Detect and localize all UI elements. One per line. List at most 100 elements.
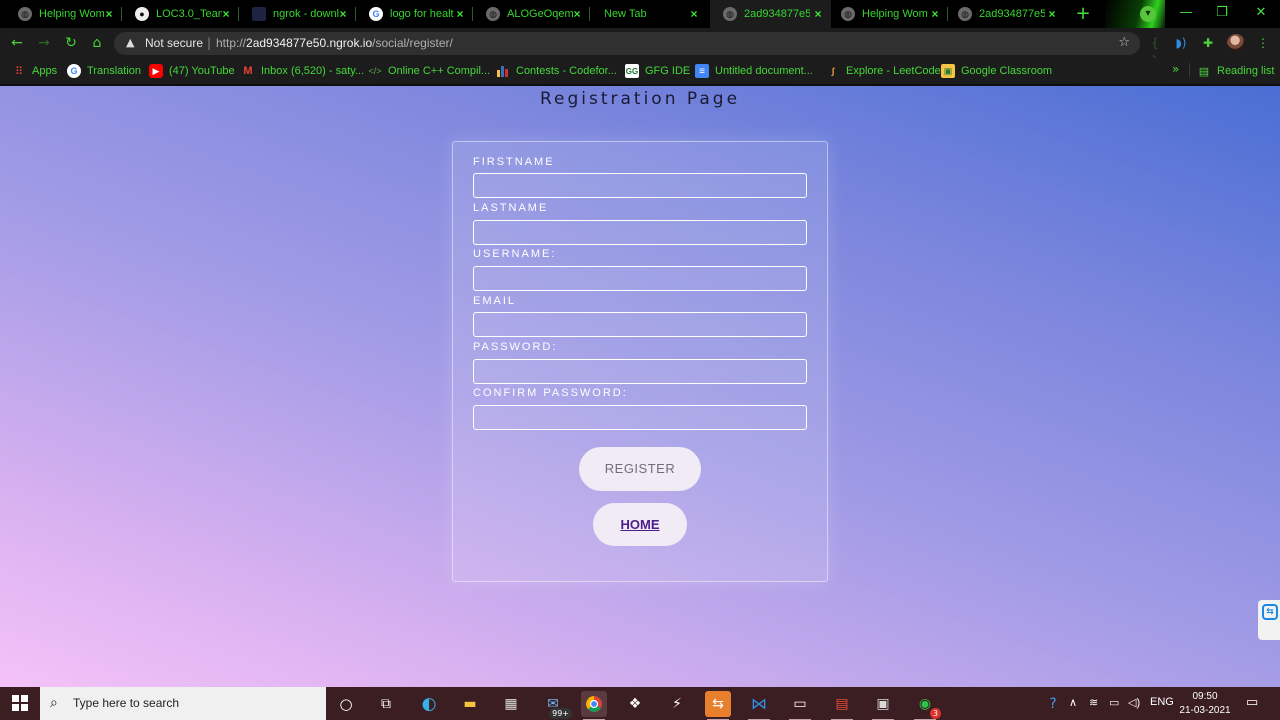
reload-icon[interactable]: ↻ bbox=[63, 34, 79, 52]
restore-button[interactable]: ❐ bbox=[1204, 0, 1240, 28]
close-icon[interactable]: × bbox=[570, 7, 584, 21]
store-icon[interactable]: ▦ bbox=[498, 691, 524, 717]
clock[interactable]: 09:50 21-03-2021 bbox=[1176, 690, 1234, 718]
close-icon[interactable]: × bbox=[687, 7, 701, 21]
teamviewer-taskbar-icon[interactable]: ⇆ bbox=[705, 691, 731, 720]
language-indicator[interactable]: ENG bbox=[1150, 696, 1174, 708]
bookmark-item[interactable]: GG GFG IDE bbox=[625, 62, 690, 80]
ngrok-icon bbox=[252, 7, 266, 21]
winrar-icon[interactable]: ▤ bbox=[829, 691, 855, 720]
wifi-icon[interactable]: ≋ bbox=[1089, 696, 1098, 709]
globe-icon: ◍ bbox=[18, 7, 32, 21]
cortana-icon[interactable]: ○ bbox=[333, 691, 359, 717]
classroom-icon: ▣ bbox=[941, 64, 955, 78]
reading-list-icon: ▤ bbox=[1198, 65, 1210, 78]
chevron-up-icon[interactable]: ∧ bbox=[1069, 696, 1077, 709]
bookmark-item[interactable]: ▣ Google Classroom bbox=[941, 62, 1052, 80]
tab-title: Helping Wom bbox=[39, 8, 105, 20]
security-label[interactable]: Not secure bbox=[145, 36, 203, 50]
notepad-icon[interactable]: ▣ bbox=[870, 691, 896, 720]
close-icon[interactable]: × bbox=[219, 7, 233, 21]
taskbar-search[interactable]: ⌕ Type here to search bbox=[40, 687, 326, 720]
windows-start-icon[interactable] bbox=[0, 687, 40, 720]
email-input[interactable] bbox=[473, 312, 807, 337]
bookmarks-overflow-icon[interactable]: » bbox=[1172, 62, 1179, 76]
address-bar[interactable]: ▲ Not secure | http://2ad934877e50.ngrok… bbox=[114, 32, 1140, 55]
profile-avatar[interactable] bbox=[1227, 34, 1245, 52]
close-icon[interactable]: × bbox=[811, 7, 825, 21]
tab[interactable]: ◍ Helping Wom × bbox=[831, 0, 948, 28]
browser-toolbar: ← → ↻ ⌂ ▲ Not secure | http://2ad934877e… bbox=[0, 28, 1280, 58]
home-link[interactable]: HOME bbox=[593, 503, 687, 546]
teamviewer-widget[interactable]: ⇆ bbox=[1258, 600, 1280, 640]
tab-title: ALOGeOqemb bbox=[507, 8, 573, 20]
tab[interactable]: G logo for healt × bbox=[356, 0, 473, 28]
lastname-input[interactable] bbox=[473, 220, 807, 245]
tab[interactable]: ◍ Helping Wom × bbox=[0, 0, 122, 28]
password-label: PASSWORD: bbox=[473, 341, 558, 353]
terminal-icon[interactable]: ▭ bbox=[787, 691, 813, 720]
username-input[interactable] bbox=[473, 266, 807, 291]
tab-title: 2ad934877e50 bbox=[979, 8, 1045, 20]
close-icon[interactable]: × bbox=[453, 7, 467, 21]
tab[interactable]: New Tab × bbox=[590, 0, 707, 28]
volume-icon[interactable]: ◁) bbox=[1128, 696, 1140, 709]
reading-list[interactable]: ▤ Reading list bbox=[1197, 62, 1275, 80]
apps-grid-icon: ⠿ bbox=[14, 65, 24, 78]
mail-icon[interactable]: ✉ 99+ bbox=[540, 691, 572, 719]
menu-dots-icon[interactable]: ⋮ bbox=[1254, 34, 1272, 52]
home-icon[interactable]: ⌂ bbox=[89, 34, 105, 52]
close-icon[interactable]: × bbox=[102, 7, 116, 21]
task-view-icon[interactable]: ⧉ bbox=[373, 691, 399, 717]
confirm-password-input[interactable] bbox=[473, 405, 807, 430]
edge-icon[interactable]: ◐ bbox=[416, 691, 442, 717]
divider bbox=[1189, 63, 1190, 77]
new-tab-button[interactable]: + bbox=[1074, 5, 1092, 23]
extension-icon[interactable]: ◗) bbox=[1172, 34, 1190, 52]
bookmark-item[interactable]: Contests - Codefor... bbox=[496, 62, 617, 80]
help-icon[interactable]: ? bbox=[1040, 691, 1066, 717]
tab-search-icon[interactable]: ▾ bbox=[1140, 6, 1156, 22]
bookmark-item[interactable]: ≡ Untitled document... bbox=[695, 62, 813, 80]
file-explorer-icon[interactable]: ▬ bbox=[457, 691, 483, 717]
registration-form: FIRSTNAME LASTNAME USERNAME: EMAIL PASSW… bbox=[452, 141, 828, 582]
url-text[interactable]: http://2ad934877e50.ngrok.io/social/regi… bbox=[216, 36, 453, 50]
whatsapp-icon[interactable]: ◉ 3 bbox=[912, 691, 941, 720]
globe-icon: ◍ bbox=[486, 7, 500, 21]
bookmark-item[interactable]: </> Online C++ Compil... bbox=[368, 62, 490, 80]
app-icon[interactable]: ⚡ bbox=[664, 691, 690, 717]
tab[interactable]: ◍ 2ad934877e50 × bbox=[948, 0, 1065, 28]
dropbox-icon[interactable]: ❖ bbox=[622, 691, 648, 717]
extension-icon[interactable]: { } bbox=[1146, 34, 1164, 68]
firstname-input[interactable] bbox=[473, 173, 807, 198]
tab[interactable]: ◍ ALOGeOqemb × bbox=[473, 0, 590, 28]
warning-icon[interactable]: ▲ bbox=[126, 36, 134, 49]
tab-active[interactable]: ◍ 2ad934877e50 × bbox=[710, 0, 831, 28]
bookmark-item[interactable]: ʃ Explore - LeetCode bbox=[826, 62, 941, 80]
bookmark-apps[interactable]: ⠿ Apps bbox=[12, 62, 57, 80]
back-arrow-icon[interactable]: ← bbox=[9, 34, 25, 52]
vscode-icon[interactable]: ⋈ bbox=[746, 691, 772, 720]
gfg-icon: GG bbox=[625, 64, 639, 78]
register-button[interactable]: REGISTER bbox=[579, 447, 701, 491]
notification-icon[interactable]: ▭ bbox=[1246, 694, 1258, 710]
tab[interactable]: ngrok - downl × bbox=[239, 0, 356, 28]
forward-arrow-icon[interactable]: → bbox=[36, 34, 52, 52]
minimize-button[interactable]: — bbox=[1168, 0, 1204, 28]
bookmark-item[interactable]: ▶ (47) YouTube bbox=[149, 62, 235, 80]
close-icon[interactable]: × bbox=[1045, 7, 1059, 21]
close-icon[interactable]: × bbox=[336, 7, 350, 21]
password-input[interactable] bbox=[473, 359, 807, 384]
docs-icon: ≡ bbox=[695, 64, 709, 78]
tab-title: New Tab bbox=[604, 8, 647, 20]
puzzle-icon[interactable]: ✚ bbox=[1199, 34, 1217, 52]
battery-icon[interactable]: ▭ bbox=[1109, 696, 1119, 709]
chrome-icon[interactable] bbox=[581, 691, 607, 720]
bookmark-item[interactable]: G Translation bbox=[67, 62, 141, 80]
tab[interactable]: ● LOC3.0_Team- × bbox=[122, 0, 239, 28]
bookmark-star-icon[interactable]: ☆ bbox=[1118, 35, 1130, 50]
bookmark-item[interactable]: M Inbox (6,520) - saty... bbox=[241, 62, 364, 80]
divider: | bbox=[207, 36, 212, 50]
close-window-button[interactable]: ✕ bbox=[1242, 0, 1280, 28]
close-icon[interactable]: × bbox=[928, 7, 942, 21]
